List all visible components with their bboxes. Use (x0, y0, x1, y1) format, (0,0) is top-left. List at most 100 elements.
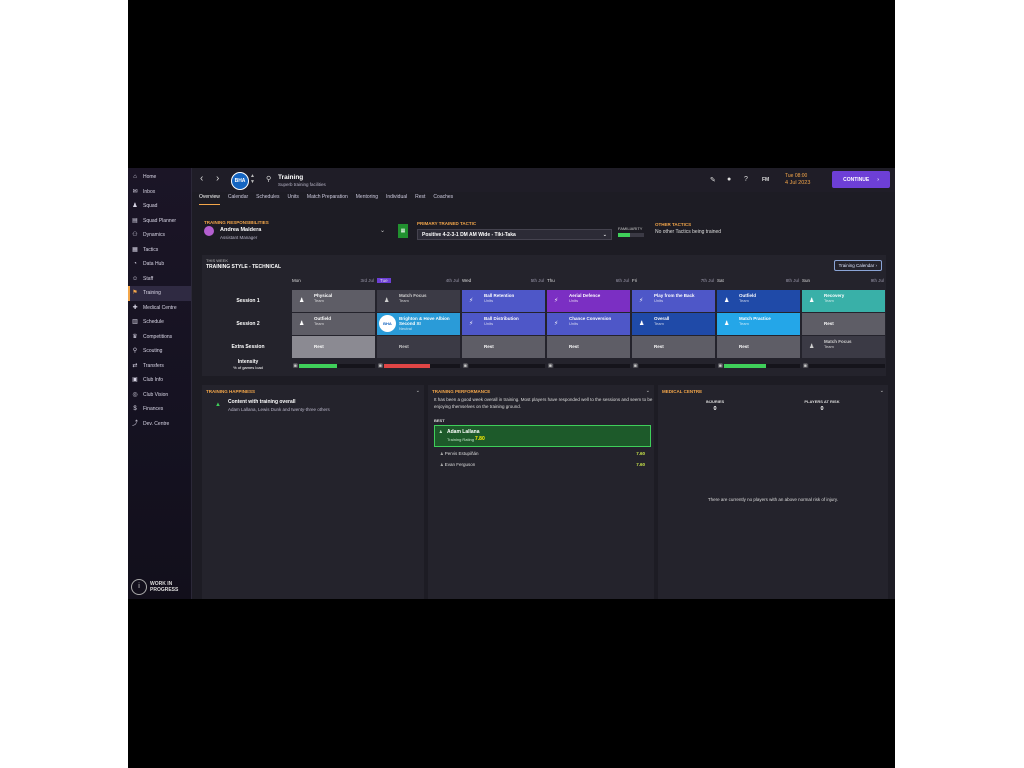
back-arrow-icon[interactable]: ‹ (200, 173, 203, 184)
primary-tactic-label[interactable]: PRIMARY TRAINED TACTIC (417, 221, 476, 226)
session-cell[interactable]: ♟ Match Focus Team (377, 290, 460, 312)
sidebar-item-data-hub[interactable]: ◔ Data Hub (128, 257, 191, 272)
forward-arrow-icon[interactable]: › (216, 173, 219, 184)
chevron-down-icon[interactable]: ⌄ (646, 388, 650, 394)
session-cell[interactable]: ♟ Outfield Team (717, 290, 800, 312)
fm-menu-button[interactable]: FM (762, 177, 769, 183)
session-row-label: Session 2 (236, 321, 260, 327)
transfers-icon: ⇄ (132, 362, 138, 369)
tab-coaches[interactable]: Coaches (433, 193, 453, 205)
sidebar-item-dev-centre[interactable]: ⤴ Dev. Centre (128, 417, 191, 432)
session-cell[interactable]: ♟ Outfield Team (292, 313, 375, 335)
sidebar-item-staff[interactable]: ☺ Staff (128, 272, 191, 287)
tab-match-preparation[interactable]: Match Preparation (307, 193, 348, 205)
sidebar-item-label: Club Vision (143, 391, 169, 398)
day-name: Wed (462, 278, 472, 283)
session-cell[interactable]: ♟ Match Focus Team (802, 336, 885, 358)
sidebar-item-label: Schedule (143, 319, 164, 326)
other-tactics-label[interactable]: OTHER TACTICS (655, 222, 691, 227)
tab-rest[interactable]: Rest (415, 193, 425, 205)
session-cell[interactable]: Rest (462, 336, 545, 358)
sidebar-item-label: Medical Centre (143, 304, 177, 311)
session-cell[interactable]: ⚡ Aerial Defence Units (547, 290, 630, 312)
session-cell[interactable]: ⚡ Play from the Back Units (632, 290, 715, 312)
happiness-players[interactable]: Adam Lallana, Lewis Dunk and twenty-thre… (228, 407, 330, 412)
session-cell[interactable]: Rest (632, 336, 715, 358)
club-switch-icon[interactable]: ▲ ▼ (250, 173, 255, 185)
club-badge-icon[interactable]: BHA (231, 172, 249, 190)
sidebar-item-medical-centre[interactable]: ✚ Medical Centre (128, 301, 191, 316)
sidebar-item-transfers[interactable]: ⇄ Transfers (128, 359, 191, 374)
club-vision-icon: ◎ (132, 391, 138, 398)
tab-mentoring[interactable]: Mentoring (356, 193, 378, 205)
tab-individual[interactable]: Individual (386, 193, 407, 205)
intensity-fill (724, 364, 766, 368)
day-date: 9th Jul (870, 278, 884, 283)
session-cell[interactable]: ♟ Match Practice Team (717, 313, 800, 335)
sidebar-item-club-vision[interactable]: ◎ Club Vision (128, 388, 191, 403)
staff-icon: ☺ (132, 275, 139, 282)
sidebar-item-label: Home (143, 174, 157, 181)
chevron-down-icon[interactable]: ⌄ (380, 227, 385, 234)
chevron-down-icon[interactable]: ⌄ (416, 388, 420, 394)
tab-units[interactable]: Units (288, 193, 299, 205)
sidebar-item-squad-planner[interactable]: ▤ Squad Planner (128, 214, 191, 229)
session-title: Rest (654, 344, 664, 349)
primary-tactic-select[interactable]: Positive 4-2-3-1 DM AM Wide - Tiki-Taka ⌄ (417, 229, 612, 240)
sidebar-item-tactics[interactable]: ▦ Tactics (128, 243, 191, 258)
session-sub: Team (824, 344, 834, 349)
tab-schedules[interactable]: Schedules (256, 193, 279, 205)
best-player-card[interactable]: ♟ Adam Lallana Training Rating 7.80 (434, 425, 651, 447)
session-cell[interactable]: ⚡ Chance Conversion Units (547, 313, 630, 335)
session-cell[interactable]: ⚡ Ball Retention Units (462, 290, 545, 312)
edit-icon[interactable]: ✎ (710, 176, 716, 184)
location-icon[interactable]: ● (727, 176, 731, 183)
sidebar-item-training[interactable]: ⚑ Training (128, 286, 191, 301)
continue-label: CONTINUE (843, 176, 870, 183)
help-icon[interactable]: ? (744, 176, 748, 183)
session-cell[interactable]: ♟ Physical Team (292, 290, 375, 312)
tab-calendar[interactable]: Calendar (228, 193, 248, 205)
chevron-down-icon[interactable]: ⌄ (880, 388, 884, 394)
sidebar-item-competitions[interactable]: ♛ Competitions (128, 330, 191, 345)
session-cell[interactable]: ⚡ Ball Distribution Units (462, 313, 545, 335)
session-cell[interactable]: Rest (377, 336, 460, 358)
session-sub: Units (569, 321, 579, 326)
responsible-staff-name[interactable]: Andrea Maldera (220, 227, 261, 233)
sidebar-item-squad[interactable]: ♟ Squad (128, 199, 191, 214)
search-icon[interactable]: ⚲ (266, 175, 271, 183)
club-info-icon: ▣ (132, 377, 138, 384)
training-performance-label[interactable]: TRAINING PERFORMANCE (432, 389, 490, 394)
sidebar-item-scouting[interactable]: ⚲ Scouting (128, 344, 191, 359)
intensity-label: Intensity% of games load (206, 359, 290, 370)
sidebar-item-schedule[interactable]: ▥ Schedule (128, 315, 191, 330)
sidebar-item-home[interactable]: ⌂ Home (128, 170, 191, 185)
session-cell[interactable]: Rest (547, 336, 630, 358)
session-cell[interactable]: Rest (292, 336, 375, 358)
sidebar-item-finances[interactable]: $ Finances (128, 402, 191, 417)
medical-centre-label[interactable]: MEDICAL CENTRE (662, 389, 702, 394)
session-cell[interactable]: BHA Brighton & Hove Albion Second XI Neutr… (377, 313, 460, 335)
top-bar: ‹ › BHA ▲ ▼ ⚲ Training Superb training fa… (192, 168, 895, 192)
performance-row[interactable]: ♟ Evan Ferguson 7.60 (440, 462, 645, 467)
performance-row[interactable]: ♟ Pervis Estupiñán 7.60 (440, 451, 645, 456)
session-cell[interactable]: ♟ Recovery Team (802, 290, 885, 312)
training-happiness-label[interactable]: TRAINING HAPPINESS (206, 389, 255, 394)
tab-overview[interactable]: Overview (199, 193, 220, 205)
session-type-icon: ♟ (809, 298, 815, 304)
session-sub: Units (654, 298, 664, 303)
session-cell[interactable]: Rest (802, 313, 885, 335)
intensity-bar (639, 364, 715, 368)
day-header: Sun 9th Jul (802, 278, 886, 283)
medical-icon: ✚ (132, 304, 138, 311)
session-title: Rest (824, 321, 834, 326)
sidebar-item-inbox[interactable]: ✉ Inbox (128, 185, 191, 200)
session-cell[interactable]: ♟ Overall Team (632, 313, 715, 335)
responsible-staff-role: Assistant Manager (220, 235, 258, 240)
sidebar-item-club-info[interactable]: ▣ Club Info (128, 373, 191, 388)
session-cell[interactable]: Rest (717, 336, 800, 358)
medical-empty-text: There are currently no players with an a… (707, 497, 839, 502)
continue-button[interactable]: CONTINUE › (832, 171, 890, 188)
sidebar-item-dynamics[interactable]: ⚇ Dynamics (128, 228, 191, 243)
training-calendar-button[interactable]: Training Calendar › (833, 260, 882, 271)
